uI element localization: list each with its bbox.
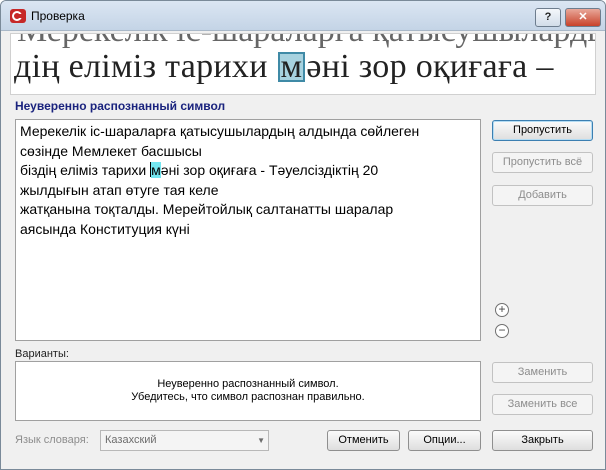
zoom-out-icon[interactable]: − (495, 324, 509, 338)
dictionary-language-select[interactable]: Казахский ▼ (100, 430, 269, 451)
editor-line: жатқанына тоқталды. Мерейтойлық салтанат… (20, 201, 394, 217)
add-button[interactable]: Добавить (492, 185, 593, 206)
editor-line: жылдығын атап өтуге тая келе (20, 181, 219, 198)
editor-line: біздің еліміз тарихи мәні зор оқиғаға - … (20, 161, 476, 181)
check-dialog: Проверка ? ✕ Мерекелік іс-шараларға қаты… (0, 0, 606, 470)
window-title: Проверка (31, 9, 85, 23)
close-window-button[interactable]: ✕ (565, 8, 601, 27)
variants-message-line2: Убедитесь, что символ распознан правильн… (131, 391, 365, 403)
close-button[interactable]: Закрыть (492, 430, 593, 451)
editor-text-after: әні зор оқиғаға - Тәуелсіздіктің 20 (160, 162, 379, 178)
app-logo-icon (10, 9, 26, 23)
zoom-preview: Мерекелік іс-шараларға қатысушылардың ді… (10, 33, 596, 95)
replace-all-button[interactable]: Заменить все (492, 394, 593, 415)
dictionary-language-value: Казахский (105, 434, 157, 446)
zoom-text-after: әні зор оқиғаға – (306, 48, 554, 85)
section-title: Неуверенно распознанный символ (15, 99, 226, 113)
help-button[interactable]: ? (535, 8, 561, 27)
uncertain-char[interactable]: м (151, 162, 161, 178)
title-bar[interactable]: Проверка ? ✕ (1, 1, 605, 31)
skip-all-button[interactable]: Пропустить всё (492, 152, 593, 173)
options-button[interactable]: Опции... (408, 430, 481, 451)
zoom-in-icon[interactable]: + (495, 303, 509, 317)
editor-line: сөзінде Мемлекет басшысы (20, 142, 202, 159)
text-editor[interactable]: Мерекелік іс-шараларға қатысушылардың ал… (15, 119, 481, 341)
editor-line: Мерекелік іс-шараларға қатысушылардың ал… (20, 123, 420, 139)
skip-button[interactable]: Пропустить (492, 120, 593, 141)
variants-message-line1: Неуверенно распознанный символ. (157, 378, 339, 390)
variants-list[interactable]: Неуверенно распознанный символ. Убедитес… (15, 361, 481, 421)
replace-button[interactable]: Заменить (492, 362, 593, 383)
dictionary-language-label: Язык словаря: (15, 434, 89, 446)
editor-line: аясында Конституция күні (20, 220, 190, 237)
zoom-current-line: дің еліміз тарихи м әні зор оқиғаға – (14, 48, 554, 86)
zoom-highlighted-char: м (277, 50, 306, 84)
chevron-down-icon: ▼ (257, 436, 265, 445)
variants-label: Варианты: (15, 348, 69, 360)
zoom-text-before: дің еліміз тарихи (14, 48, 277, 85)
editor-text-before: біздің еліміз тарихи (20, 162, 151, 178)
cancel-button[interactable]: Отменить (327, 430, 400, 451)
